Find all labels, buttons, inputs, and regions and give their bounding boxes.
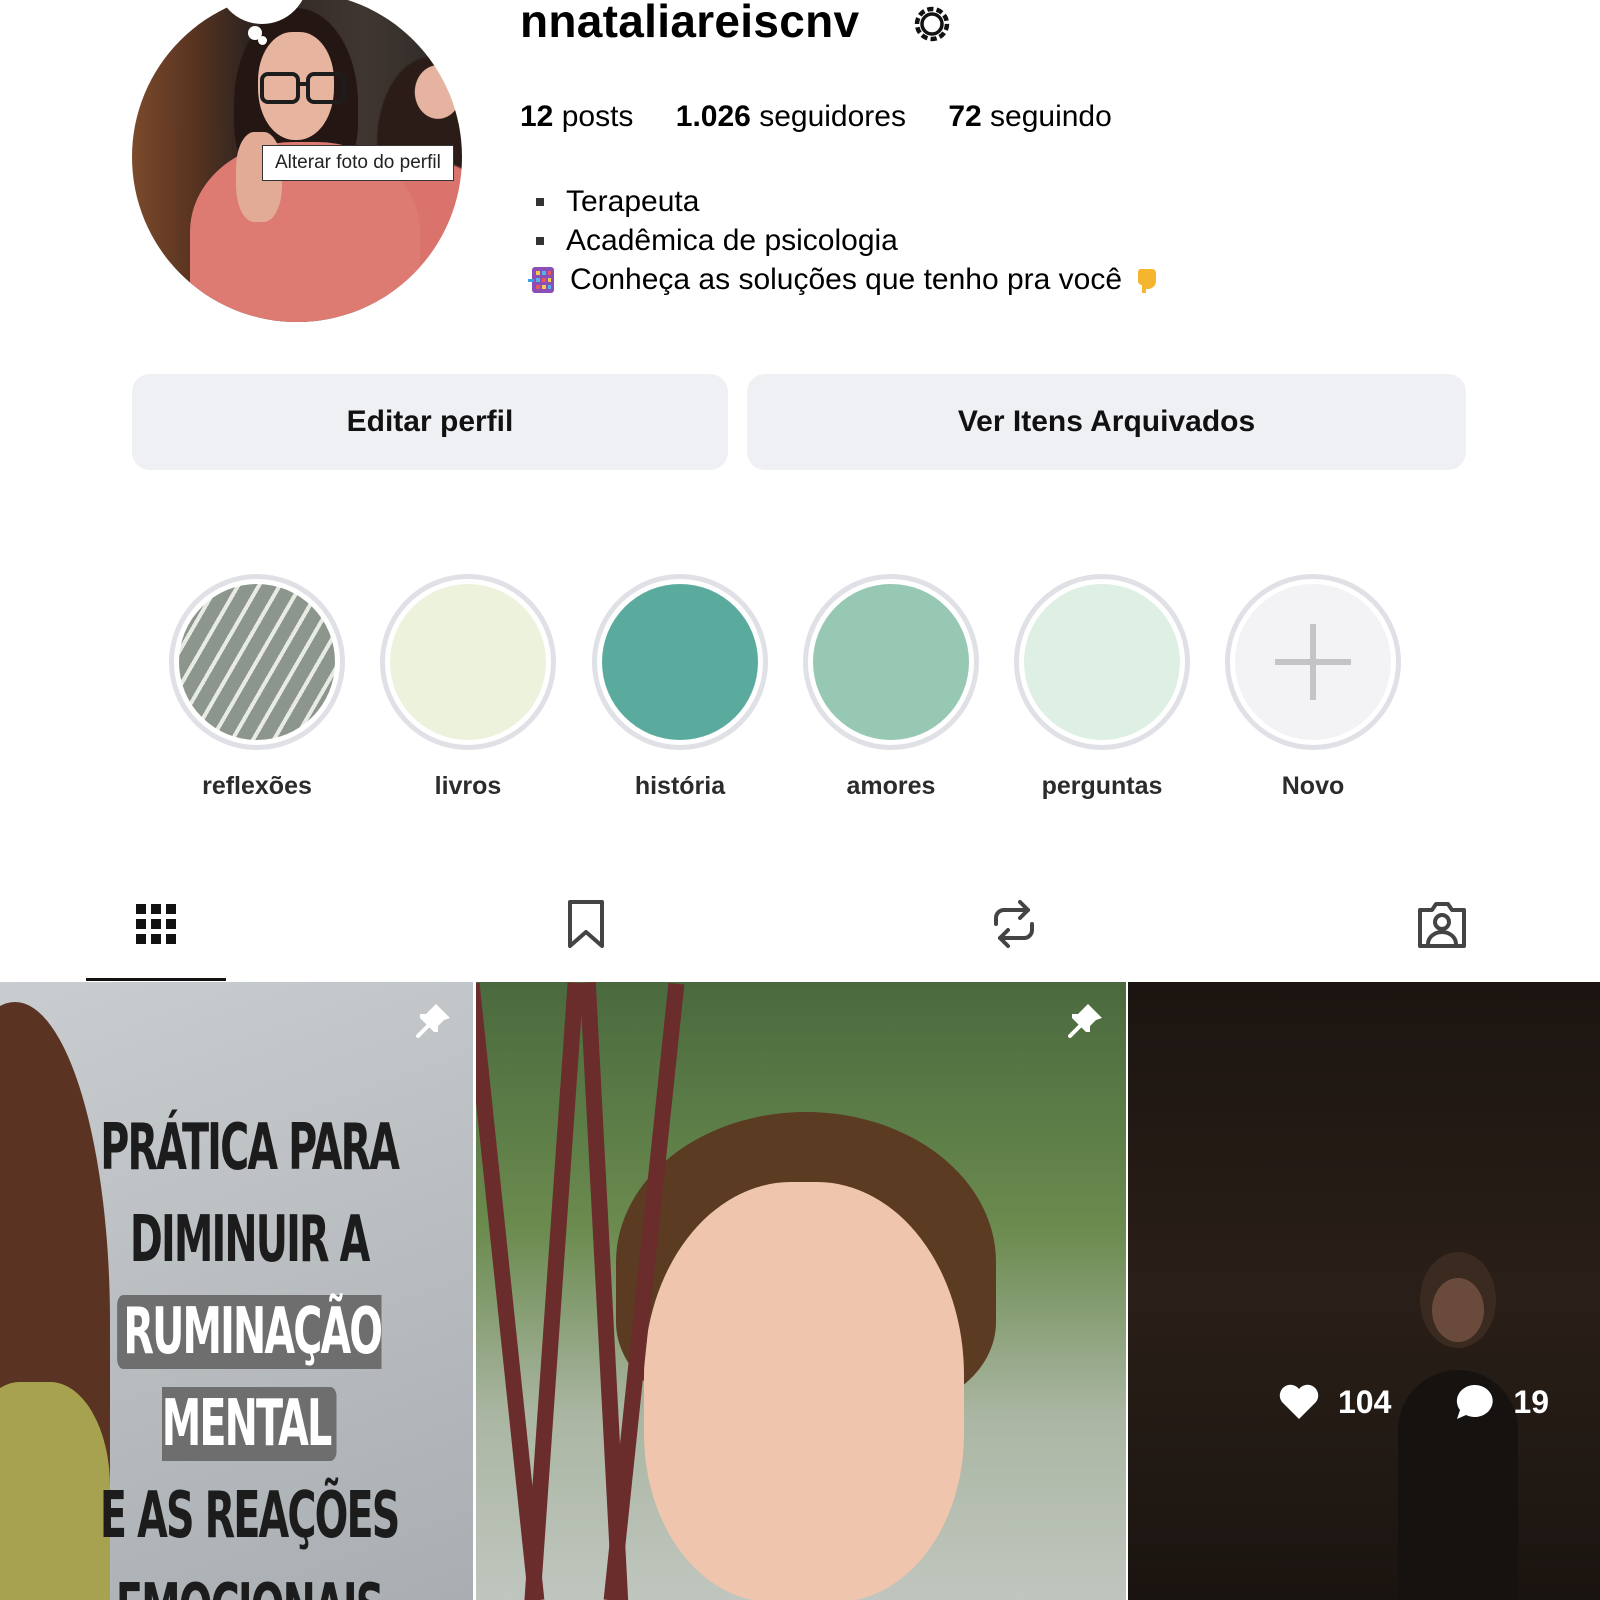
- bio-text: Terapeuta: [566, 185, 700, 218]
- highlight-label: Novo: [1281, 772, 1345, 800]
- post-text-line: RUMINAÇÃO MENTAL: [117, 1295, 383, 1461]
- repost-icon[interactable]: [986, 896, 1042, 952]
- new-highlight-button[interactable]: Novo: [1218, 574, 1408, 801]
- post-thumbnail[interactable]: [476, 982, 1126, 1600]
- grid-icon[interactable]: [128, 896, 184, 952]
- highlight-cover: [813, 584, 969, 740]
- highlight-reflexoes[interactable]: reflexões: [162, 574, 352, 801]
- plus-icon: [1275, 624, 1351, 700]
- highlight-ring: [803, 574, 979, 750]
- pin-icon: [1068, 1004, 1102, 1038]
- post-thumbnail[interactable]: PRÁTICA PARA DIMINUIR A RUMINAÇÃO MENTAL…: [0, 982, 473, 1600]
- highlight-ring: [380, 574, 556, 750]
- highlight-cover: [1024, 584, 1180, 740]
- comment-icon: [1457, 1384, 1494, 1419]
- highlight-label: amores: [846, 772, 936, 800]
- highlight-cover: [179, 584, 335, 740]
- following-link[interactable]: 72 seguindo: [948, 100, 1112, 133]
- likes-value: 104: [1338, 1383, 1392, 1420]
- highlight-label: reflexões: [202, 772, 312, 800]
- post-thumbnail-hovered[interactable]: 104 19: [1128, 982, 1600, 1600]
- heart-icon: [1279, 1384, 1319, 1419]
- post-hover-stats: 104 19: [1278, 1382, 1589, 1422]
- note-bubble-dot: [258, 36, 267, 45]
- highlight-ring: [592, 574, 768, 750]
- pin-icon: [416, 1004, 450, 1038]
- post-caption-image-text: PRÁTICA PARA DIMINUIR A RUMINAÇÃO MENTAL…: [88, 1102, 410, 1600]
- bookmark-icon[interactable]: [558, 896, 614, 952]
- bio-text: Conheça as soluções que tenho pra você: [570, 263, 1123, 296]
- bio-line: Terapeuta: [520, 182, 1162, 221]
- highlight-ring: [1014, 574, 1190, 750]
- post-text-line: E AS REAÇÕES: [99, 1479, 400, 1553]
- highlight-livros[interactable]: livros: [373, 574, 563, 801]
- likes-count: 104: [1278, 1383, 1391, 1421]
- highlight-cover: [602, 584, 758, 740]
- avatar-tooltip: Alterar foto do perfil: [262, 145, 454, 181]
- highlight-ring: [1225, 574, 1401, 750]
- highlight-label: perguntas: [1041, 772, 1163, 800]
- bio-text: Acadêmica de psicologia: [566, 224, 898, 257]
- post-text-line: EMOCIONAIS: [88, 1562, 410, 1600]
- profile-stats: 12 posts 1.026 seguidores 72 seguindo: [520, 100, 1146, 134]
- settings-gear-icon[interactable]: [910, 2, 954, 46]
- comments-count: 19: [1453, 1382, 1549, 1422]
- post-text-line: PRÁTICA PARA: [100, 1111, 400, 1185]
- active-tab-indicator: [86, 978, 226, 981]
- tagged-user-icon[interactable]: [1414, 896, 1470, 952]
- highlight-ring: [169, 574, 345, 750]
- view-archive-button[interactable]: Ver Itens Arquivados: [747, 374, 1466, 470]
- highlight-label: livros: [434, 772, 502, 800]
- post-face: [644, 1182, 964, 1600]
- avatar-glasses: [260, 72, 346, 104]
- username: nnataliareiscnv: [520, 0, 860, 47]
- highlight-amores[interactable]: amores: [796, 574, 986, 801]
- post-branch: [524, 982, 584, 1600]
- comments-value: 19: [1513, 1383, 1549, 1420]
- profile-bio: Terapeuta Acadêmica de psicologia Conheç…: [520, 182, 1162, 299]
- abacus-emoji-icon: [528, 266, 554, 293]
- bullet-icon: [536, 236, 544, 245]
- highlight-perguntas[interactable]: perguntas: [1007, 574, 1197, 801]
- highlight-label: história: [634, 772, 726, 800]
- edit-profile-button[interactable]: Editar perfil: [132, 374, 728, 470]
- posts-count: 12 posts: [520, 100, 634, 133]
- bio-line: Acadêmica de psicologia: [520, 221, 1162, 260]
- bio-line: Conheça as soluções que tenho pra você: [520, 260, 1162, 299]
- post-text-line: DIMINUIR A: [129, 1203, 370, 1277]
- highlight-cover: [390, 584, 546, 740]
- highlight-cover: [1235, 584, 1391, 740]
- pointing-down-emoji-icon: [1138, 268, 1157, 293]
- followers-link[interactable]: 1.026 seguidores: [676, 100, 906, 133]
- bullet-icon: [536, 197, 544, 206]
- highlight-historia[interactable]: história: [585, 574, 775, 801]
